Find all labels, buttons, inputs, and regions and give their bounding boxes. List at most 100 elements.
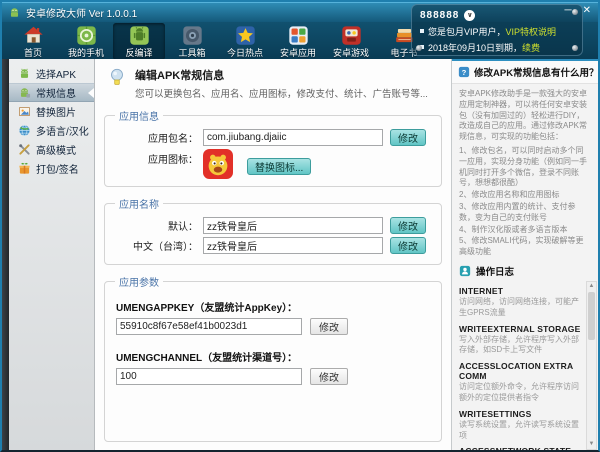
window-controls: ─ ✕ (565, 6, 591, 16)
close-button[interactable]: ✕ (583, 6, 591, 16)
default-name-input[interactable] (203, 217, 383, 234)
sidebar-item-label: 打包/签名 (36, 161, 79, 176)
phone-icon (76, 25, 97, 46)
permission-desc: 写入外部存储，允许程序写入外部存储，如SD卡上写文件 (459, 335, 584, 357)
decompile-icon (129, 25, 150, 46)
app-window: 安卓修改大师 Ver 1.0.0.1 ─ ✕ 首页我的手机反编译工具箱今日热点安… (0, 0, 600, 452)
window-title: 安卓修改大师 Ver 1.0.0.1 (26, 5, 137, 20)
sidebar-item-select-apk[interactable]: 选择APK (9, 64, 94, 83)
app-info-group: 应用信息 应用包名： 修改 应用图标： 替换图标... (104, 108, 442, 187)
help-list-item: 5、修改SMALI代码，实现破解等更高级功能 (452, 236, 598, 258)
app-params-legend: 应用参数 (115, 274, 163, 289)
modify-umeng-key-button[interactable]: 修改 (310, 318, 348, 335)
operation-log-header: 操作日志 (452, 258, 598, 281)
umeng-channel-row: 修改 (116, 368, 433, 385)
toolbar-item-my-phone[interactable]: 我的手机 (60, 23, 112, 60)
account-panel: 888888 ∨ 您是包月VIP用户， VIP特权说明 2018年09月10日到… (411, 4, 583, 56)
scrollbar-thumb[interactable] (588, 292, 595, 340)
modify-zh-tw-name-button[interactable]: 修改 (390, 237, 426, 254)
help-list: 1、修改包名，可以同时启动多个同一应用，实现分身功能（例如同一手机同时打开多个微… (452, 145, 598, 258)
toolbar-item-label: 安卓应用 (280, 46, 316, 59)
question-icon: ? (458, 66, 470, 78)
toolbar-item-android-apps[interactable]: 安卓应用 (272, 23, 324, 60)
toolbar-item-decompile[interactable]: 反编译 (113, 23, 165, 60)
modify-umeng-channel-button[interactable]: 修改 (310, 368, 348, 385)
help-list-item: 4、制作汉化版或者多语言版本 (452, 225, 598, 236)
replace-icon-button[interactable]: 替换图标... (247, 158, 311, 175)
sidebar-item-label: 常规信息 (36, 85, 76, 100)
android-info-icon (18, 86, 31, 99)
bulb-icon (106, 67, 128, 89)
zh-tw-name-row: 中文（台湾）： 修改 (113, 237, 433, 254)
default-name-row: 默认： 修改 (113, 217, 433, 234)
app-params-group: 应用参数 UMENGAPPKEY（友盟统计AppKey）： 修改 UMENGCH… (104, 274, 442, 442)
android-icon (18, 67, 31, 80)
default-name-label: 默认： (113, 218, 203, 233)
help-list-item: 2、修改应用名称和应用图标 (452, 190, 598, 201)
page-subtitle: 您可以更换包名、应用名、应用图标，修改支付、统计、广告账号等... (135, 86, 428, 100)
scroll-down-icon[interactable]: ▼ (587, 440, 596, 449)
toolbar-item-label: 工具箱 (178, 46, 205, 59)
permission-name: WRITESETTINGS (459, 409, 585, 419)
modify-default-name-button[interactable]: 修改 (390, 217, 426, 234)
games-icon (341, 25, 362, 46)
toolbar-item-android-games[interactable]: 安卓游戏 (325, 23, 377, 60)
sidebar-item-general-info[interactable]: 常规信息 (9, 83, 94, 102)
home-icon (23, 25, 44, 46)
permission-desc: 访问网络，访问网络连接，可能产生GPRS流量 (459, 297, 584, 319)
sidebar-item-pack-sign[interactable]: 打包/签名 (9, 159, 94, 178)
svg-text:?: ? (462, 68, 467, 77)
chevron-down-icon[interactable]: ∨ (464, 10, 475, 21)
app-name-group: 应用名称 默认： 修改 中文（台湾）： 修改 (104, 196, 442, 265)
app-name-legend: 应用名称 (115, 196, 163, 211)
page-title: 编辑APK常规信息 (135, 67, 428, 83)
modify-package-button[interactable]: 修改 (390, 129, 426, 146)
permission-name: WRITEEXTERNAL STORAGE (459, 324, 585, 334)
umeng-key-input[interactable] (116, 318, 302, 335)
umeng-channel-input[interactable] (116, 368, 302, 385)
minimize-button[interactable]: ─ (565, 6, 572, 16)
package-name-row: 应用包名： 修改 (113, 129, 433, 146)
toolbar-item-label: 安卓游戏 (333, 46, 369, 59)
account-id-row: 888888 ∨ (420, 7, 574, 23)
umeng-key-row: 修改 (116, 318, 433, 335)
image-icon (18, 105, 31, 118)
screw-icon (572, 45, 578, 51)
body-area: 选择APK 常规信息替换图片多语言/汉化高级模式打包/签名 编辑APK常规信息 您… (2, 59, 598, 450)
umeng-channel-label: UMENGCHANNEL（友盟统计渠道号）： (116, 349, 433, 364)
operation-log-title: 操作日志 (476, 264, 514, 278)
sidebar-item-label: 高级模式 (36, 142, 76, 157)
toolbar-item-home[interactable]: 首页 (7, 23, 59, 60)
help-list-item: 3、修改应用内置的统计、支付参数，变为自己的支付账号 (452, 202, 598, 224)
permission-desc: 访问定位额外命令，允许程序访问额外的定位提供者指令 (459, 382, 584, 404)
app-icon-label: 应用图标： (113, 149, 203, 166)
permission-name: INTERNET (459, 286, 585, 296)
sidebar-item-multilang[interactable]: 多语言/汉化 (9, 121, 94, 140)
sidebar-item-label: 多语言/汉化 (36, 123, 89, 138)
vip-status-row: 您是包月VIP用户， VIP特权说明 (420, 23, 574, 39)
help-title: 修改APK常规信息有什么用？ (474, 65, 598, 79)
sidebar-item-label: 替换图片 (36, 104, 76, 119)
sidebar-item-replace-images[interactable]: 替换图片 (9, 102, 94, 121)
package-name-input[interactable] (203, 129, 383, 146)
umeng-key-label: UMENGAPPKEY（友盟统计AppKey）： (116, 299, 433, 314)
scrollbar[interactable]: ▲ ▼ (586, 281, 597, 450)
toolbar-item-label: 首页 (24, 46, 42, 59)
app-info-legend: 应用信息 (115, 108, 163, 123)
main-content: 编辑APK常规信息 您可以更换包名、应用名、应用图标，修改支付、统计、广告账号等… (95, 59, 452, 450)
toolbar-item-label: 反编译 (125, 46, 152, 59)
vip-info-link[interactable]: VIP特权说明 (506, 25, 557, 38)
renew-link[interactable]: 续费 (522, 41, 540, 54)
log-icon (459, 265, 471, 277)
sidebar-item-advanced-mode[interactable]: 高级模式 (9, 140, 94, 159)
sidebar: 选择APK 常规信息替换图片多语言/汉化高级模式打包/签名 (9, 59, 95, 450)
scroll-up-icon[interactable]: ▲ (587, 282, 596, 291)
toolbar-item-label: 我的手机 (68, 46, 104, 59)
toolbar-item-hot-today[interactable]: 今日热点 (219, 23, 271, 60)
help-header: ? 修改APK常规信息有什么用？ (452, 59, 598, 84)
app-icon (203, 149, 233, 179)
permissions-list: INTERNET访问网络，访问网络连接，可能产生GPRS流量 WRITEEXTER… (452, 286, 585, 450)
toolbar-item-toolbox[interactable]: 工具箱 (166, 23, 218, 60)
permission-desc: 读写系统设置，允许读写系统设置项 (459, 420, 584, 442)
zh-tw-name-input[interactable] (203, 237, 383, 254)
